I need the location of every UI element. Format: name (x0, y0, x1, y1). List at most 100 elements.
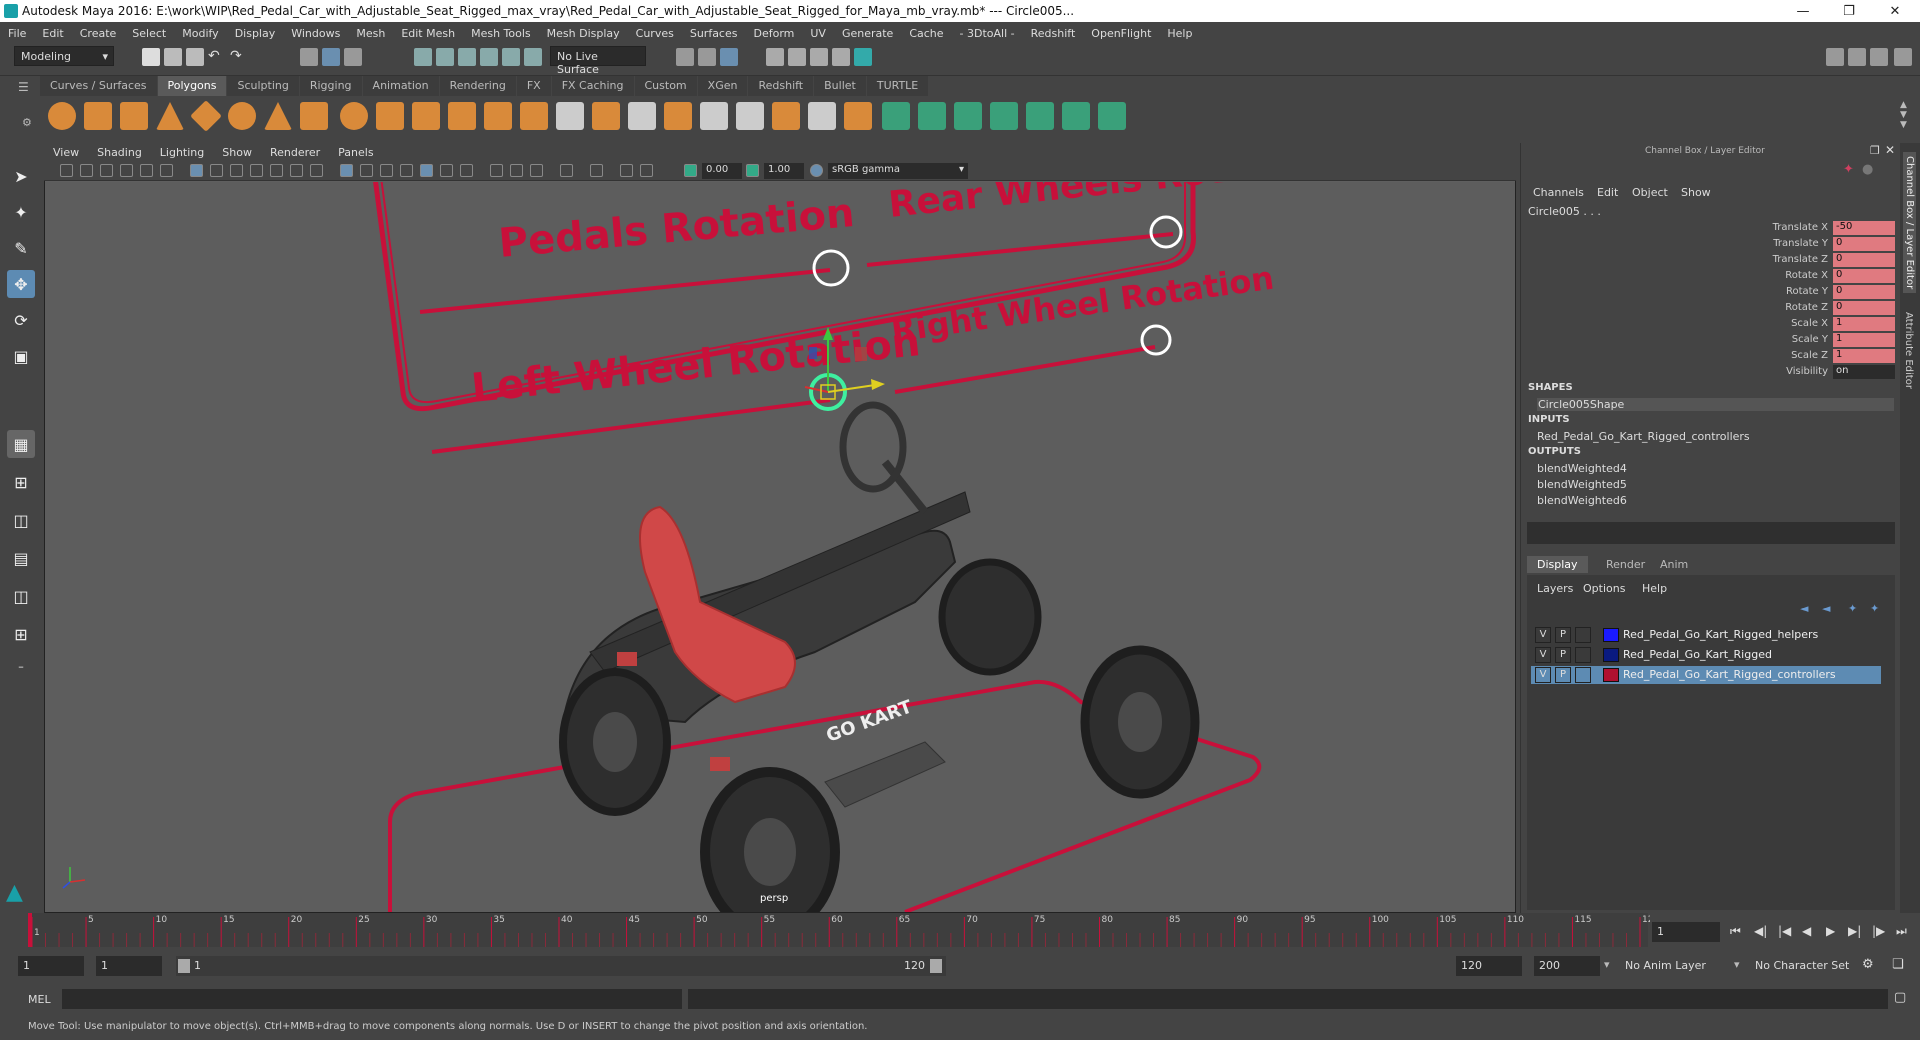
live-surface-field[interactable]: No Live Surface (550, 46, 646, 76)
sidebar-toggle-icon[interactable] (1894, 48, 1912, 66)
output-node-item[interactable]: blendWeighted4 (1537, 462, 1627, 475)
channels-menu-edit[interactable]: Edit (1597, 186, 1618, 199)
shape-node-item[interactable]: Circle005Shape (1537, 398, 1894, 411)
panel-menu-panels[interactable]: Panels (329, 146, 382, 159)
layer-row[interactable]: V P Red_Pedal_Go_Kart_Rigged_helpers (1531, 626, 1881, 644)
xray-icon[interactable] (340, 164, 353, 177)
manipulator-plane-handle[interactable] (809, 347, 817, 359)
shelf-tab-fx-caching[interactable]: FX Caching (551, 76, 634, 96)
channel-value-rotate-y[interactable]: 0 (1833, 285, 1895, 299)
four-view-layout-icon[interactable]: ⊞ (7, 468, 35, 496)
current-time-marker[interactable] (28, 913, 32, 947)
layer-row[interactable]: V P Red_Pedal_Go_Kart_Rigged (1531, 646, 1881, 664)
layer-playback-toggle[interactable]: P (1555, 627, 1571, 643)
layers-menu-layers[interactable]: Layers (1537, 582, 1573, 595)
panel-menu-renderer[interactable]: Renderer (261, 146, 329, 159)
shelf-menu-icon[interactable]: ☰ (18, 80, 29, 94)
layer-row-selected[interactable]: V P Red_Pedal_Go_Kart_Rigged_controllers (1531, 666, 1881, 684)
uv-spherical-icon[interactable] (954, 102, 982, 130)
menu-openflight[interactable]: OpenFlight (1083, 27, 1159, 40)
shelf-tab-redshift[interactable]: Redshift (748, 76, 814, 96)
manipulator-z-axis[interactable] (804, 386, 829, 393)
move-layer-up-icon[interactable]: ◄ (1800, 602, 1808, 615)
motion-blur-icon[interactable] (440, 164, 453, 177)
minimize-button[interactable]: — (1780, 0, 1826, 22)
move-layer-down-icon[interactable]: ◄ (1822, 602, 1830, 615)
poly-pipe-icon[interactable] (300, 102, 328, 130)
camera-attributes-icon[interactable] (80, 164, 93, 177)
menu-create[interactable]: Create (72, 27, 125, 40)
select-object-icon[interactable] (322, 48, 340, 66)
menu-edit[interactable]: Edit (34, 27, 71, 40)
channel-value-scale-z[interactable]: 1 (1833, 349, 1895, 363)
snap-curve-icon[interactable] (436, 48, 454, 66)
menu-select[interactable]: Select (124, 27, 174, 40)
float-panel-icon[interactable]: ❐ (1870, 144, 1880, 157)
render-frame-icon[interactable] (788, 48, 806, 66)
range-end-handle[interactable] (930, 959, 942, 973)
exposure-icon[interactable] (684, 164, 697, 177)
layer-display-type-toggle[interactable] (1575, 647, 1591, 663)
perspective-viewport[interactable]: Pedals Rotation Rear Wheels Rotation Lef… (45, 182, 1515, 912)
boolean-icon[interactable] (484, 102, 512, 130)
combine-icon[interactable] (340, 102, 368, 130)
workspace-icon[interactable] (1826, 48, 1844, 66)
panel-menu-show[interactable]: Show (213, 146, 261, 159)
shelf-tab-fx[interactable]: FX (516, 76, 551, 96)
shelf-tab-bullet[interactable]: Bullet (814, 76, 866, 96)
wireframe-icon[interactable] (190, 164, 203, 177)
layer-playback-toggle[interactable]: P (1555, 647, 1571, 663)
uv-editor-icon[interactable] (1026, 102, 1054, 130)
channel-value-rotate-x[interactable]: 0 (1833, 269, 1895, 283)
input-ops-icon[interactable] (676, 48, 694, 66)
persp-graph-layout-icon[interactable]: ▤ (7, 544, 35, 572)
rotate-tool-icon[interactable]: ⟳ (7, 306, 35, 334)
menu-uv[interactable]: UV (802, 27, 834, 40)
poly-sphere-icon[interactable] (48, 102, 76, 130)
layer-color-swatch[interactable] (1603, 648, 1619, 662)
uv-cylindrical-icon[interactable] (918, 102, 946, 130)
film-gate-icon[interactable] (160, 164, 173, 177)
maximize-button[interactable]: ❐ (1826, 0, 1872, 22)
collapse-icon[interactable] (844, 102, 872, 130)
snap-grid-icon[interactable] (414, 48, 432, 66)
bridge-icon[interactable] (664, 102, 692, 130)
panel-layout-icon[interactable] (1870, 48, 1888, 66)
range-slider[interactable]: 1 120 (176, 956, 946, 976)
cmd-language-label[interactable]: MEL (28, 993, 51, 1006)
close-panel-icon[interactable]: ✕ (1885, 143, 1895, 157)
menu-surfaces[interactable]: Surfaces (682, 27, 746, 40)
render-view-icon[interactable] (766, 48, 784, 66)
layer-display-type-toggle[interactable] (1575, 667, 1591, 683)
snap-point-icon[interactable] (458, 48, 476, 66)
menu-mesh-display[interactable]: Mesh Display (539, 27, 628, 40)
playback-end-field[interactable]: 120 (1456, 956, 1522, 976)
range-start-handle[interactable] (178, 959, 190, 973)
side-tab-channel-box[interactable]: Channel Box / Layer Editor (1903, 152, 1916, 294)
select-tool-icon[interactable]: ➤ (7, 162, 35, 190)
auto-key-icon[interactable]: ⚙ (1862, 957, 1874, 972)
redo-icon[interactable]: ↷ (230, 48, 248, 66)
xray-joints-icon[interactable] (360, 164, 373, 177)
go-to-end-icon[interactable]: ⏭ (1896, 924, 1907, 939)
menu-windows[interactable]: Windows (283, 27, 348, 40)
persp-outliner-layout-icon[interactable]: ◫ (7, 506, 35, 534)
channel-value-scale-x[interactable]: 1 (1833, 317, 1895, 331)
new-scene-icon[interactable] (142, 48, 160, 66)
manipulator-toggle-icon[interactable]: ✦ (1843, 162, 1854, 177)
uv-layout-icon[interactable] (1062, 102, 1090, 130)
lighting-mode-icon[interactable] (510, 164, 523, 177)
menu-modify[interactable]: Modify (174, 27, 226, 40)
color-management-icon[interactable] (810, 164, 823, 177)
manipulator-plane-handle-2[interactable] (855, 347, 867, 361)
new-layer-icon[interactable]: ✦ (1848, 602, 1857, 615)
animation-end-field[interactable]: 200 (1534, 956, 1600, 976)
anti-aliasing-icon[interactable] (460, 164, 473, 177)
channels-menu-show[interactable]: Show (1681, 186, 1711, 199)
more-layouts-icon[interactable]: – (7, 652, 35, 680)
shelf-tab-animation[interactable]: Animation (362, 76, 439, 96)
paint-select-tool-icon[interactable]: ✎ (7, 234, 35, 262)
snap-surface-icon[interactable] (502, 48, 520, 66)
menu-deform[interactable]: Deform (745, 27, 802, 40)
smooth-shade-icon[interactable] (210, 164, 223, 177)
